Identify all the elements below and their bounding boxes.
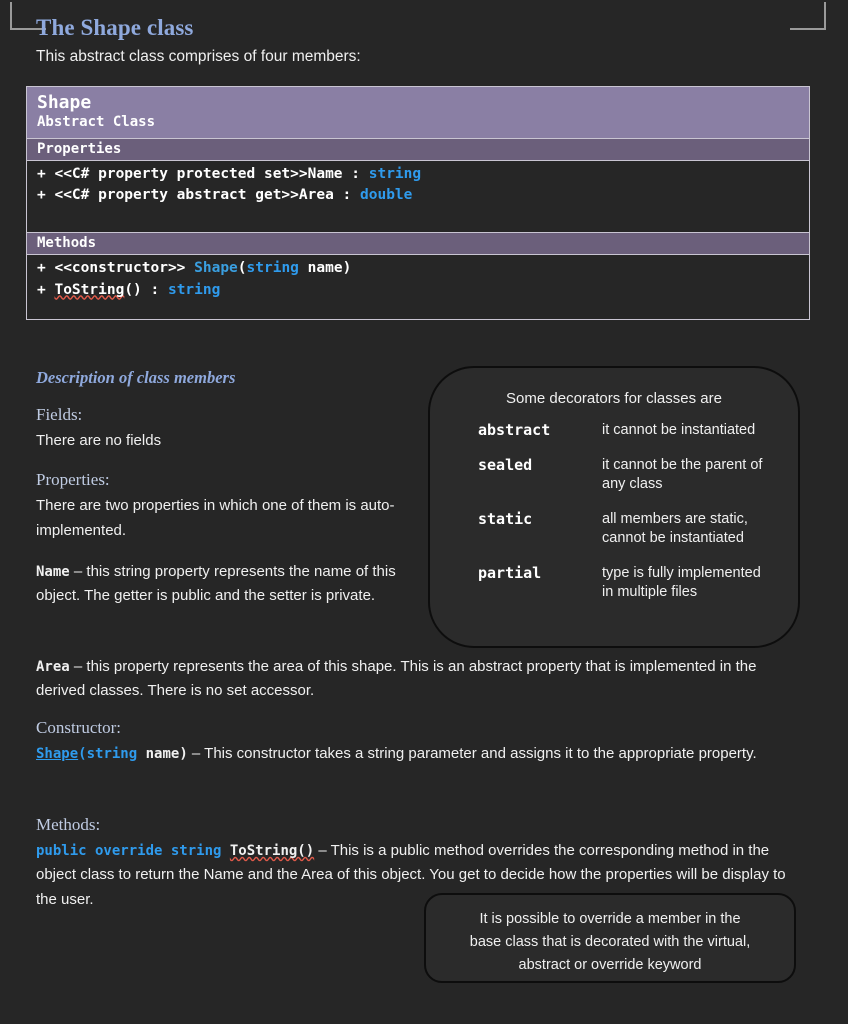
margin-corner-mark-top-right [790, 2, 826, 30]
override-note-callout: It is possible to override a member in t… [424, 893, 796, 983]
uml-method-prefix: + [37, 281, 55, 298]
uml-property-row: + <<C# property abstract get>>Area : dou… [37, 185, 799, 206]
method-name: ToString() [229, 843, 315, 859]
properties-heading: Properties: [36, 470, 110, 490]
uml-property-type: string [368, 165, 422, 182]
decorator-description: type is fully implemented in multiple fi… [602, 564, 761, 601]
name-property-label: Name [36, 563, 70, 580]
table-row: sealed it cannot be the parent of any cl… [456, 456, 772, 510]
uml-property-type: double [360, 187, 413, 204]
constructor-heading: Constructor: [36, 718, 121, 737]
decorators-table: abstract it cannot be instantiated seale… [456, 421, 772, 618]
decorator-keyword: sealed [478, 455, 533, 474]
constructor-description: – This constructor takes a string parame… [187, 745, 757, 762]
area-property-paragraph: Area – this property represents the area… [36, 655, 798, 704]
uml-compartment-gap [27, 224, 809, 233]
constructor-open-paren: ( [78, 746, 87, 762]
uml-property-signature: + <<C# property protected set>>Name : [37, 165, 369, 182]
uml-properties-compartment: + <<C# property protected set>>Name : st… [27, 160, 809, 225]
table-row: abstract it cannot be instantiated [456, 421, 772, 456]
table-row: static all members are static, cannot be… [456, 510, 772, 564]
decorator-keyword: partial [478, 563, 542, 582]
uml-method-middle: () : [124, 281, 168, 298]
area-property-label: Area [36, 659, 70, 675]
uml-class-name: Shape [37, 92, 92, 113]
decorators-callout-heading: Some decorators for classes are [506, 390, 722, 407]
description-left-column: Fields: There are no fields Properties: … [36, 405, 418, 608]
description-title: Description of class members [36, 368, 236, 387]
fields-heading: Fields: [36, 405, 83, 424]
uml-title-band: Shape Abstract Class [27, 87, 809, 138]
uml-method-row: + ToString() : string [37, 280, 799, 301]
constructor-name: Shape [36, 746, 79, 762]
uml-method-name: ToString [54, 281, 125, 298]
uml-method-param-type: string [246, 260, 299, 277]
override-note-line-1: It is possible to override a member in t… [479, 911, 741, 927]
constructor-section: Constructor: Shape(string name) – This c… [36, 718, 798, 766]
uml-property-signature: + <<C# property abstract get>>Area : [37, 187, 361, 204]
uml-class-box: Shape Abstract Class Properties + <<C# p… [26, 86, 810, 320]
constructor-paragraph: Shape(string name) – This constructor ta… [36, 742, 798, 766]
page-title: The Shape class [36, 15, 194, 40]
decorator-description: it cannot be the parent of any class [602, 456, 763, 493]
uml-method-return-type: string [167, 281, 221, 298]
uml-method-prefix: + <<constructor>> [37, 260, 195, 277]
decorator-keyword: abstract [478, 421, 551, 439]
uml-method-param-name: name) [298, 260, 352, 277]
uml-properties-header: Properties [27, 137, 809, 161]
override-note-line-3: abstract or override keyword [518, 956, 702, 973]
decorator-description: it cannot be instantiated [602, 422, 756, 438]
name-property-text: – this string property represents the na… [36, 562, 396, 605]
decorator-keyword: static [478, 509, 533, 528]
name-property-paragraph: Name – this string property represents t… [36, 560, 418, 609]
uml-property-row: + <<C# property protected set>>Name : st… [37, 164, 799, 185]
uml-class-stereotype: Abstract Class [37, 114, 156, 131]
constructor-param-type: string [86, 746, 138, 762]
uml-method-open-paren: ( [237, 260, 247, 277]
uml-methods-compartment: + <<constructor>> Shape(string name) + T… [27, 255, 809, 319]
decorator-description: all members are static, cannot be instan… [602, 510, 748, 547]
table-row: partial type is fully implemented in mul… [456, 564, 772, 618]
fields-text: There are no fields [36, 432, 162, 449]
uml-method-row: + <<constructor>> Shape(string name) [37, 258, 799, 279]
uml-constructor-name: Shape [194, 260, 238, 277]
area-property-text: – this property represents the area of t… [36, 658, 757, 700]
method-modifiers: public override string [36, 843, 230, 859]
constructor-param-name: name) [137, 746, 188, 762]
methods-heading: Methods: [36, 815, 101, 834]
uml-methods-header: Methods [27, 232, 809, 256]
document-page: The Shape class This abstract class comp… [0, 0, 848, 1024]
override-note-line-2: base class that is decorated with the vi… [469, 933, 751, 950]
intro-paragraph: This abstract class comprises of four me… [36, 48, 361, 65]
properties-text: There are two properties in which one of… [36, 497, 395, 539]
decorators-callout: Some decorators for classes are abstract… [428, 366, 800, 648]
